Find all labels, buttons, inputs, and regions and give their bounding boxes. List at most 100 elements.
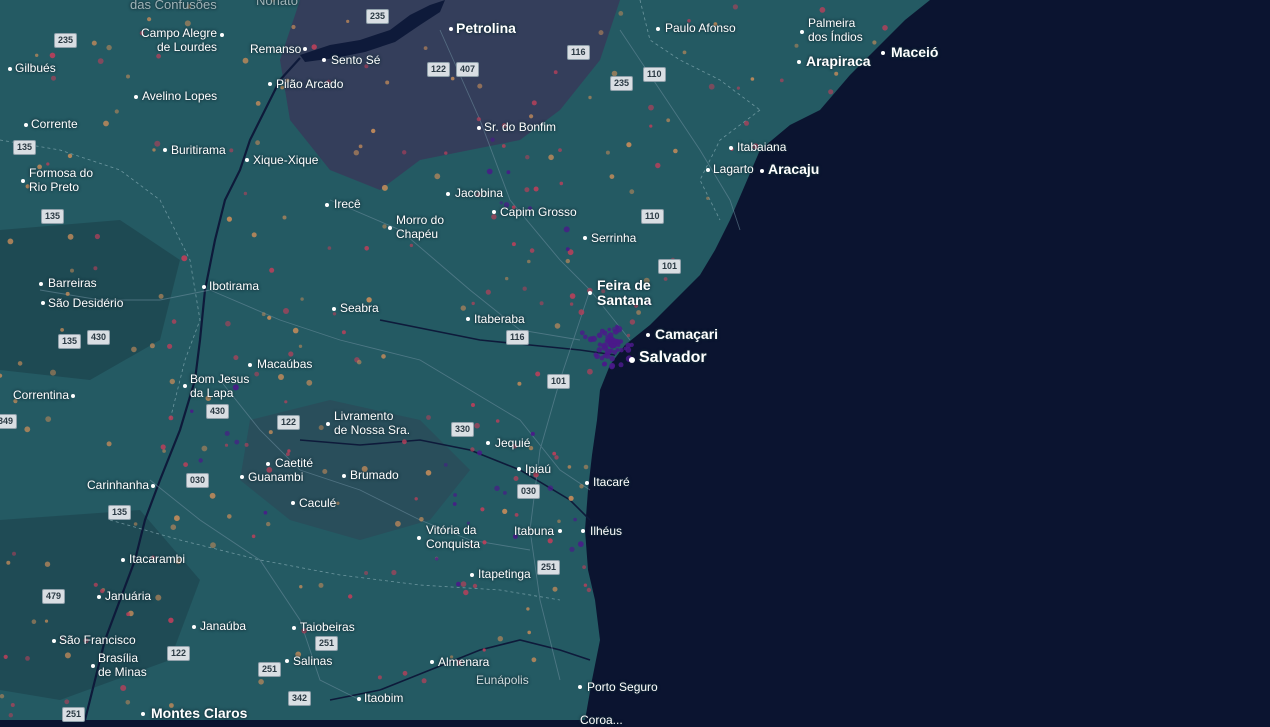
place-seabra[interactable]: Seabra [340,301,379,315]
place-xique-xique[interactable]: Xique-Xique [253,153,318,167]
place-eunapolis[interactable]: Eunápolis [476,673,529,687]
place-itacarambi[interactable]: Itacarambi [129,552,185,566]
place-dot [163,148,167,152]
highway-shield: 116 [567,45,590,60]
place-porto-seguro[interactable]: Porto Seguro [587,680,658,694]
place-morro-do-chapeu[interactable]: Morro do Chapéu [396,213,444,241]
place-arapiraca[interactable]: Arapiraca [806,54,871,69]
place-dot [477,126,481,130]
place-jacobina[interactable]: Jacobina [455,186,503,200]
place-itapetinga[interactable]: Itapetinga [478,567,531,581]
place-ipiau[interactable]: Ipiaú [525,462,551,476]
place-itacare[interactable]: Itacaré [593,475,630,489]
place-dot [342,474,346,478]
place-dot [183,384,187,388]
place-janauba[interactable]: Janaúba [200,619,246,633]
highway-shield: 030 [517,484,541,499]
place-capim-grosso[interactable]: Capim Grosso [500,205,577,219]
place-dot [706,168,710,172]
place-dot [8,67,12,71]
place-itaobim[interactable]: Itaobim [364,691,403,705]
place-itabaiana[interactable]: Itabaiana [737,140,786,154]
place-dot [585,481,589,485]
place-caetite[interactable]: Caetité [275,456,313,470]
place-jequie[interactable]: Jequié [495,436,530,450]
place-gilbues[interactable]: Gilbués [15,61,56,75]
place-dot [326,422,330,426]
highway-shield: 430 [87,330,111,345]
place-remanso[interactable]: Remanso [250,42,301,56]
place-sao-desiderio[interactable]: São Desidério [48,296,123,310]
place-ilheus[interactable]: Ilhéus [590,524,622,538]
place-maceio[interactable]: Maceió [891,45,938,60]
place-serrinha[interactable]: Serrinha [591,231,636,245]
place-itabuna[interactable]: Itabuna [514,524,554,538]
highway-shield: 135 [13,140,37,155]
place-dot [322,58,326,62]
place-sento-se[interactable]: Sento Sé [331,53,380,67]
highway-shield: 122 [167,646,191,661]
place-cacule[interactable]: Caculé [299,496,336,510]
place-ibotirama[interactable]: Ibotirama [209,279,259,293]
place-buritirama[interactable]: Buritirama [171,143,226,157]
place-dot [588,291,592,295]
place-pilao-arcado[interactable]: Pilão Arcado [276,77,343,91]
place-brumado[interactable]: Brumado [350,468,399,482]
place-salvador[interactable]: Salvador [639,350,707,366]
place-corrente[interactable]: Corrente [31,117,78,131]
highway-shield: 251 [258,662,282,677]
place-vitoria-da-conquista[interactable]: Vitória da Conquista [426,523,480,551]
place-dot [292,626,296,630]
place-taiobeiras[interactable]: Taiobeiras [300,620,355,634]
place-salinas[interactable]: Salinas [293,654,332,668]
place-palmeira-dos-indios[interactable]: Palmeira dos Índios [808,16,863,44]
place-sao-francisco[interactable]: São Francisco [59,633,136,647]
highway-shield: 110 [641,209,664,224]
place-dot [151,484,155,488]
place-januaria[interactable]: Januária [105,589,151,603]
place-avelino-lopes[interactable]: Avelino Lopes [142,89,217,103]
highway-shield: 101 [658,259,682,274]
place-aracaju[interactable]: Aracaju [768,162,819,177]
place-camacari[interactable]: Camaçari [655,327,718,342]
place-dot [91,664,95,668]
place-correntina[interactable]: Correntina [13,388,69,402]
place-dot [52,639,56,643]
place-livramento-de-nossa-sra[interactable]: Livramento de Nossa Sra. [334,409,410,437]
place-dot [141,712,145,716]
place-formosa-do-rio-preto[interactable]: Formosa do Rio Preto [29,166,93,194]
place-dot [466,317,470,321]
place-brasilia-de-minas[interactable]: Brasília de Minas [98,651,147,679]
place-itaberaba[interactable]: Itaberaba [474,312,525,326]
place-petrolina[interactable]: Petrolina [456,21,516,36]
place-dot [430,660,434,664]
place-dot [881,51,885,55]
place-irece[interactable]: Irecê [334,197,361,211]
place-campo-alegre-de-lourdes[interactable]: Campo Alegre de Lourdes [141,26,217,54]
place-dot [192,625,196,629]
place-coroa[interactable]: Coroa... [580,713,623,727]
highway-shield: 330 [451,422,475,437]
place-dot [486,441,490,445]
highway-shield: 251 [315,636,339,651]
place-guanambi[interactable]: Guanambi [248,470,303,484]
place-das-confusoes[interactable]: das Confusões [130,0,217,12]
place-montes-claros[interactable]: Montes Claros [151,706,247,721]
place-feira-de-santana[interactable]: Feira de Santana [597,278,651,308]
place-almenara[interactable]: Almenara [438,655,489,669]
place-paulo-afonso[interactable]: Paulo Afonso [665,21,736,35]
highway-shield: 251 [537,560,561,575]
highway-shield: 342 [288,691,312,706]
place-nonato[interactable]: Nonato [256,0,298,8]
place-macaubas[interactable]: Macaúbas [257,357,312,371]
place-barreiras[interactable]: Barreiras [48,276,97,290]
highway-shield: 235 [366,9,390,24]
place-dot [449,27,453,31]
highway-shield: 122 [427,62,451,77]
place-sr-do-bonfim[interactable]: Sr. do Bonfim [484,120,556,134]
highway-shield: 110 [643,67,666,82]
place-lagarto[interactable]: Lagarto [713,162,754,176]
place-carinhanha[interactable]: Carinhanha [87,478,149,492]
place-bom-jesus-da-lapa[interactable]: Bom Jesus da Lapa [190,372,249,400]
place-dot [248,363,252,367]
